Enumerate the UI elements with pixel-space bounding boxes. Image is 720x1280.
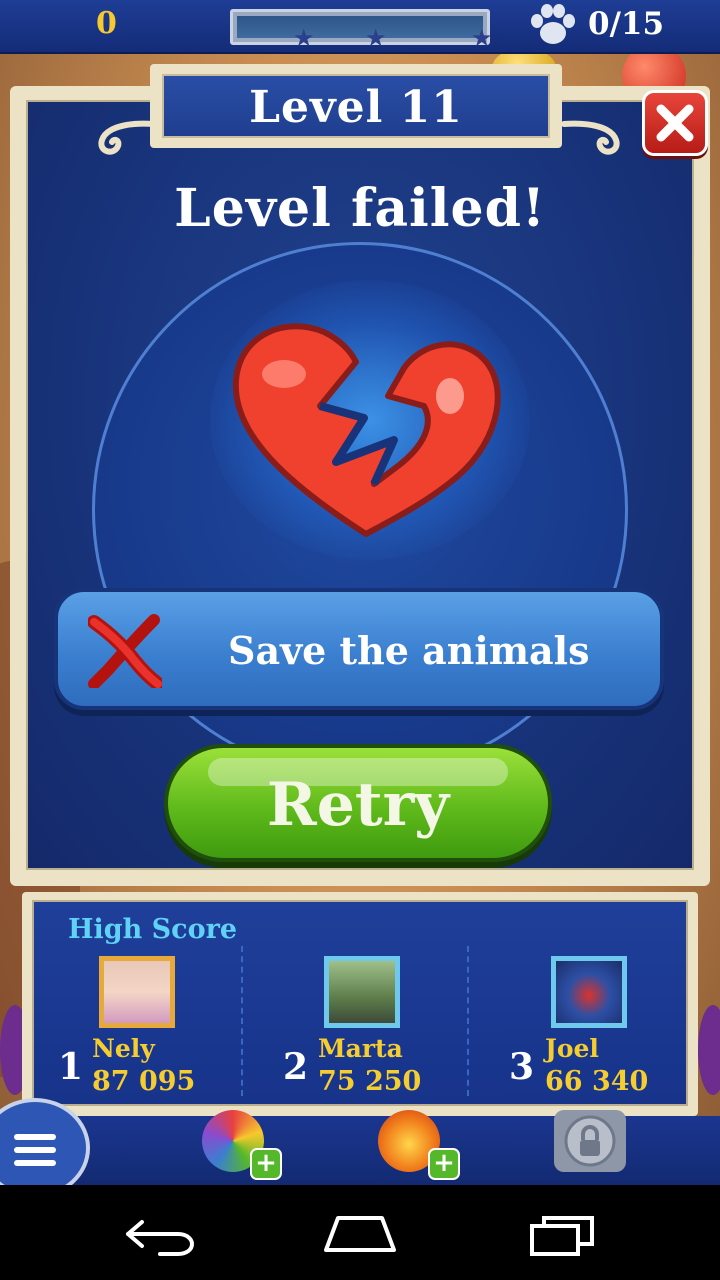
level-header: Level 11 — [150, 64, 562, 148]
progress-star-icon: ★ — [471, 24, 493, 52]
player-name: Joel — [545, 1034, 599, 1063]
player-name: Marta — [318, 1034, 403, 1063]
avatar[interactable] — [551, 956, 627, 1028]
close-icon — [656, 104, 694, 142]
avatar[interactable] — [324, 956, 400, 1028]
right-ornament — [562, 120, 620, 155]
background-bubble — [698, 1005, 720, 1095]
player-score: 66 340 — [545, 1066, 649, 1097]
rank-number: 3 — [509, 1046, 535, 1088]
retry-label: Retry — [266, 770, 450, 840]
lock-icon — [564, 1115, 616, 1167]
progress-star-icon: ★ — [293, 24, 315, 52]
player-score: 87 095 — [92, 1066, 196, 1097]
high-score-title: High Score — [68, 914, 238, 945]
level-failed-title: Level failed! — [174, 178, 546, 239]
high-score-divider — [467, 946, 469, 1096]
locked-booster — [554, 1110, 626, 1172]
star-progress-bar: ★ ★ ★ — [230, 9, 493, 50]
level-title: Level 11 — [249, 82, 463, 133]
add-booster-icon[interactable]: + — [250, 1148, 282, 1180]
score-value: 0 — [96, 6, 117, 41]
rank-number: 1 — [58, 1046, 84, 1088]
rank-number: 2 — [283, 1046, 309, 1088]
left-ornament — [98, 120, 156, 155]
avatar[interactable] — [99, 956, 175, 1028]
back-icon[interactable] — [120, 1210, 200, 1260]
red-x-icon — [88, 614, 162, 688]
paw-icon — [531, 4, 575, 44]
recents-icon[interactable] — [522, 1210, 602, 1260]
progress-track — [237, 16, 483, 38]
home-icon[interactable] — [320, 1210, 400, 1260]
close-button[interactable] — [642, 90, 708, 156]
objective-save-animals: Save the animals — [54, 588, 664, 710]
progress-star-icon: ★ — [365, 24, 387, 52]
menu-icon — [14, 1134, 56, 1166]
objective-label: Save the animals — [228, 628, 590, 673]
add-booster-icon[interactable]: + — [428, 1148, 460, 1180]
animals-saved-counter: 0/15 — [588, 6, 665, 42]
retry-button[interactable]: Retry — [164, 744, 552, 862]
level-header-inner: Level 11 — [162, 74, 550, 138]
broken-heart-icon — [232, 323, 501, 537]
top-hud: 0 ★ ★ ★ 0/15 — [0, 0, 720, 54]
player-name: Nely — [92, 1034, 155, 1063]
player-score: 75 250 — [318, 1066, 422, 1097]
high-score-divider — [241, 946, 243, 1096]
